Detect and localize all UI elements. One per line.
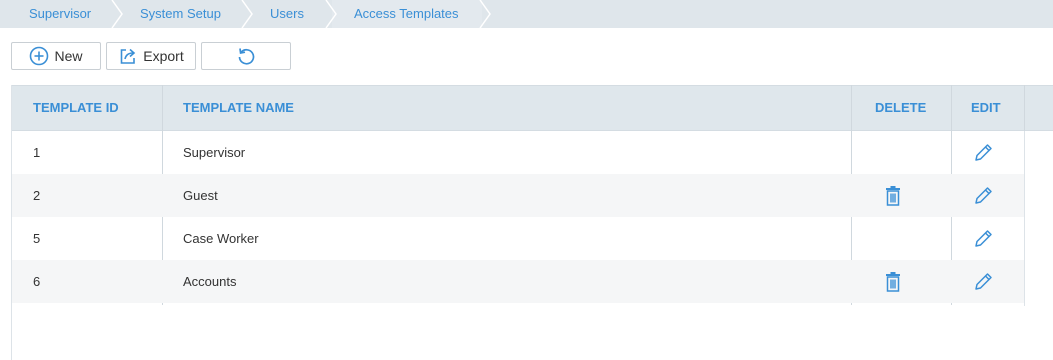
breadcrumb-separator (325, 0, 337, 28)
trash-icon[interactable] (877, 260, 909, 303)
new-button-label: New (54, 48, 83, 64)
cell-template-id: 2 (33, 188, 41, 203)
edit-pencil-icon[interactable] (967, 131, 999, 174)
column-divider (1024, 85, 1025, 131)
cell-template-name: Guest (183, 188, 218, 203)
edit-pencil-icon[interactable] (967, 174, 999, 217)
cell-template-name: Supervisor (183, 145, 246, 160)
refresh-icon (236, 46, 256, 66)
export-icon (118, 46, 138, 66)
table-row[interactable]: 5 Case Worker (12, 217, 1024, 260)
breadcrumb: Supervisor System Setup Users Access Tem… (0, 0, 1053, 28)
cell-template-id: 1 (33, 145, 41, 160)
edit-pencil-icon[interactable] (967, 260, 999, 303)
breadcrumb-separator (241, 0, 253, 28)
table-row[interactable]: 1 Supervisor (12, 131, 1024, 174)
trash-icon[interactable] (877, 174, 909, 217)
column-header-delete: DELETE (875, 100, 927, 115)
cell-template-name: Accounts (183, 274, 237, 289)
refresh-button[interactable] (201, 42, 291, 70)
column-header-template-name[interactable]: TEMPLATE NAME (183, 86, 294, 130)
plus-circle-icon (29, 46, 49, 66)
table-row[interactable]: 6 Accounts (12, 260, 1024, 303)
export-button[interactable]: Export (106, 42, 196, 70)
breadcrumb-item-supervisor[interactable]: Supervisor (29, 0, 91, 28)
cell-template-name: Case Worker (183, 231, 259, 246)
export-button-label: Export (143, 48, 184, 64)
table-row[interactable]: 2 Guest (12, 174, 1024, 217)
grid-right-gutter (1024, 131, 1053, 306)
grid-header: TEMPLATE ID TEMPLATE NAME DELETE EDIT (12, 85, 1053, 131)
breadcrumb-separator (479, 0, 491, 28)
templates-grid: TEMPLATE ID TEMPLATE NAME DELETE EDIT 1 … (11, 85, 1053, 360)
breadcrumb-item-system-setup[interactable]: System Setup (140, 0, 221, 28)
breadcrumb-item-access-templates: Access Templates (354, 6, 459, 21)
cell-template-id: 5 (33, 231, 41, 246)
breadcrumb-separator (111, 0, 123, 28)
column-header-template-id[interactable]: TEMPLATE ID (33, 86, 119, 130)
cell-template-id: 6 (33, 274, 41, 289)
new-button[interactable]: New (11, 42, 101, 70)
breadcrumb-item-users[interactable]: Users (270, 0, 304, 28)
edit-pencil-icon[interactable] (967, 217, 999, 260)
column-header-edit: EDIT (971, 100, 1001, 115)
